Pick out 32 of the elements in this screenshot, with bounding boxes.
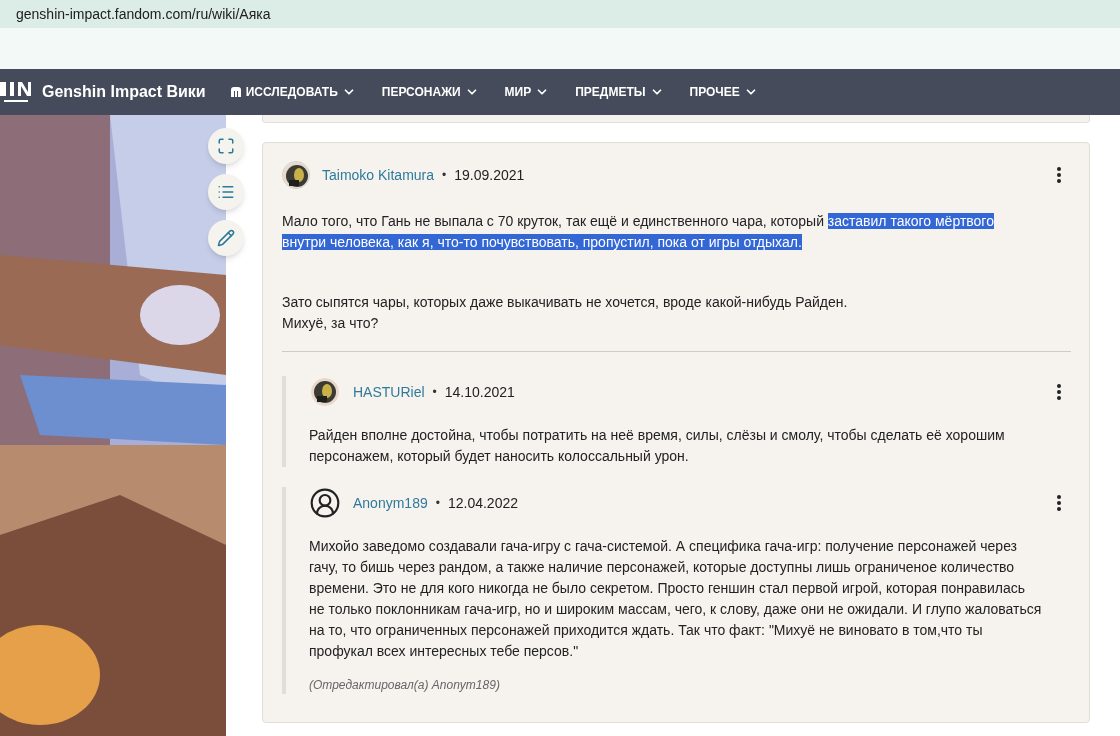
more-icon xyxy=(1057,384,1061,400)
explore-icon xyxy=(229,86,242,98)
more-icon xyxy=(1057,495,1061,511)
nav-menu-item[interactable]: ПРЕДМЕТЫ xyxy=(575,83,664,101)
site-title[interactable]: Genshin Impact Вики xyxy=(42,80,206,104)
edit-icon xyxy=(217,229,235,247)
url-text[interactable]: genshin-impact.fandom.com/ru/wiki/Аяка xyxy=(16,3,271,25)
nav-menu-item[interactable]: ПЕРСОНАЖИ xyxy=(381,83,479,101)
more-icon xyxy=(1057,167,1061,183)
user-avatar-icon xyxy=(309,487,341,519)
list-icon xyxy=(217,183,235,201)
nav-menu-item[interactable]: МИР xyxy=(504,83,550,101)
contents-button[interactable] xyxy=(208,174,244,210)
comment-date: 19.09.2021 xyxy=(454,165,525,185)
author-link[interactable]: Taimoko Kitamura xyxy=(322,164,435,186)
bullet-separator: • xyxy=(435,495,440,512)
comment-text: Мало того, что Гань не выпала с 70 круток, так ещё и единственного чара, который заставил такого мёртвого внутри человека, как я, что-то почувствовать, пропустил, пока от игры отдыхал. xyxy=(282,212,995,252)
reply-text: Михойо заведомо создавали гача-игру с гача-системой. А специфика гача-игр: получение персонажей через гачу, то бишь через рандом, а также наличие персонажей, которые доступны лишь ограниченое количество времени. Это не для кого никогда не было секретом. Просто геншин стал первой игрой, которая понравилась не только поклонникам гача-игр, но и широким массам, чего, к слову, даже они не ожидали. И глупо жаловаться на то, что ограниченных персонажей приходится ждать. Так что факт: "Михуё не виновато в том,что ты профукал всех интересных тебе персов." xyxy=(309,537,1043,661)
bullet-separator: • xyxy=(432,384,437,401)
expand-button[interactable] xyxy=(208,128,244,164)
comment-text: Зато сыпятся чары, которых даже выкачивать не хочется, вроде какой-нибудь Райден. Михуё, за что? xyxy=(282,293,849,333)
comment-date: 14.10.2021 xyxy=(444,382,515,402)
edit-button[interactable] xyxy=(208,220,244,256)
comment-date: 12.04.2022 xyxy=(447,493,518,513)
reply-text: Райден вполне достойна, чтобы потратить на неё время, силы, слёзы и смолу, чтобы сделать её хорошим персонажем, который будет наносить колоссальный урон. xyxy=(309,426,1006,466)
expand-icon xyxy=(217,137,235,155)
bullet-separator: • xyxy=(442,167,447,184)
edited-note: (Отредактировал(а) Anonym189) xyxy=(309,677,501,694)
author-link[interactable]: Anonym189 xyxy=(353,492,428,514)
nav-menu-item[interactable]: ПРОЧЕЕ xyxy=(689,83,758,101)
author-link[interactable]: HASTURiel xyxy=(353,381,425,403)
nav-menu-item[interactable]: ИССЛЕДОВАТЬ xyxy=(229,83,356,101)
